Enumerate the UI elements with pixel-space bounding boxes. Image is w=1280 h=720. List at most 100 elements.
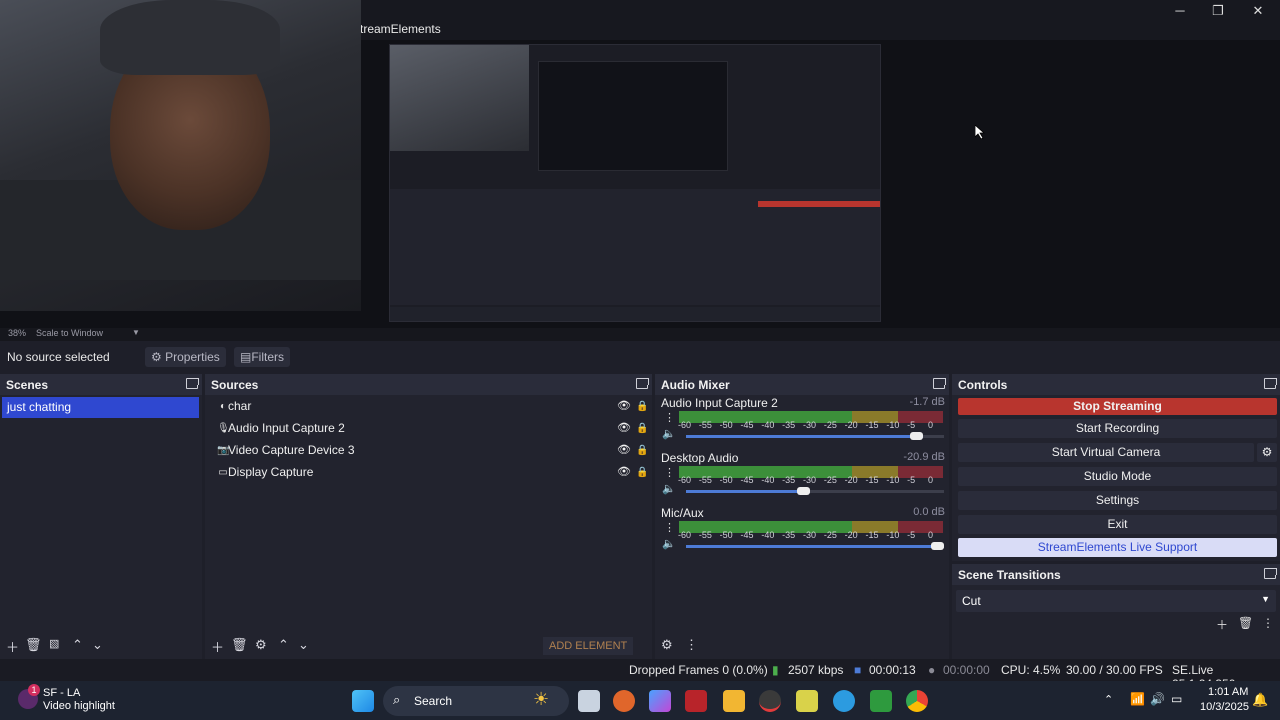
speaker-icon[interactable]: 🔈 (662, 482, 676, 495)
arrow-down-icon[interactable]: ⌄ (92, 637, 103, 653)
meter-tick-label: -15 (865, 530, 879, 540)
undock-icon[interactable] (186, 378, 199, 389)
settings-button[interactable]: Settings (958, 491, 1277, 510)
gear-icon[interactable]: ⚙ (661, 637, 673, 653)
lock-icon[interactable]: 🔒 (636, 462, 648, 483)
source-row[interactable]: 📷 Video Capture Device 3 👁 🔒 (207, 440, 648, 461)
arrow-up-icon[interactable]: ⌃ (278, 637, 289, 653)
volume-slider-handle[interactable] (931, 542, 944, 550)
battery-icon[interactable]: ▭ (1171, 692, 1182, 706)
add-icon[interactable]: ＋ (211, 637, 224, 656)
volume-slider-handle[interactable] (796, 487, 810, 495)
undock-icon[interactable] (636, 378, 649, 389)
trash-icon[interactable]: 🗑 (231, 637, 248, 653)
xbox-icon[interactable] (870, 690, 892, 712)
arrow-down-icon[interactable]: ⌄ (298, 637, 309, 653)
studio-mode-button[interactable]: Studio Mode (958, 467, 1277, 486)
start-virtual-camera-button[interactable]: Start Virtual Camera (958, 443, 1254, 462)
edge-icon[interactable] (833, 690, 855, 712)
kebab-menu-icon[interactable]: ⋮ (664, 466, 675, 479)
live-support-button[interactable]: StreamElements Live Support (958, 538, 1277, 557)
meter-tick-label: -10 (886, 530, 900, 540)
gear-icon[interactable]: ⚙ (255, 637, 267, 653)
volume-slider-handle[interactable] (910, 432, 924, 440)
clock-time[interactable]: 1:01 AM (1208, 686, 1248, 698)
controls-title: Controls (958, 378, 1008, 392)
taskbar-search[interactable]: ⌕ Search ☀ (383, 686, 569, 716)
transition-select[interactable]: Cut ▼ (956, 590, 1276, 612)
kebab-menu-icon[interactable]: ⋮ (1262, 616, 1274, 630)
volume-icon[interactable]: 🔊 (1150, 692, 1165, 706)
nested-preview-capture (389, 44, 881, 322)
obs-icon[interactable] (759, 690, 781, 712)
undock-icon[interactable] (1264, 568, 1277, 579)
kebab-menu-icon[interactable]: ⋮ (664, 521, 675, 534)
scene-item-just-chatting[interactable]: just chatting (2, 397, 199, 418)
exit-button[interactable]: Exit (958, 515, 1277, 534)
speaker-icon[interactable]: 🔈 (662, 537, 676, 550)
maximize-icon[interactable]: ❐ (1203, 2, 1233, 20)
source-label: char (228, 399, 252, 413)
eye-icon[interactable]: 👁 (617, 418, 631, 439)
add-icon[interactable]: ＋ (6, 637, 19, 656)
meter-tick-label: -60 (678, 420, 692, 430)
channel-db: 0.0 dB (913, 506, 945, 518)
chevron-down-icon[interactable]: ▼ (132, 328, 140, 337)
kebab-menu-icon[interactable]: ⋮ (685, 637, 698, 653)
start-recording-button[interactable]: Start Recording (958, 419, 1277, 438)
arrow-up-icon[interactable]: ⌃ (72, 637, 83, 653)
lock-icon[interactable]: 🔒 (636, 418, 648, 439)
meter-tick-label: -55 (698, 475, 712, 485)
eye-icon[interactable]: 👁 (617, 440, 631, 461)
source-label: Display Capture (228, 465, 314, 479)
scale-mode[interactable]: Scale to Window (36, 328, 103, 338)
trash-icon[interactable]: 🗑 (1238, 616, 1253, 630)
meter-tick-label: -50 (719, 530, 733, 540)
meter-tick-label: -50 (719, 475, 733, 485)
add-element-button[interactable]: ADD ELEMENT (543, 637, 634, 655)
mixer-title: Audio Mixer (661, 378, 730, 392)
minimize-icon[interactable]: ─ (1165, 2, 1195, 20)
speaker-icon[interactable]: 🔈 (662, 427, 676, 440)
source-row[interactable]: 🎙 Audio Input Capture 2 👁 🔒 (207, 418, 648, 439)
meter-tick-label: -35 (782, 475, 796, 485)
undock-icon[interactable] (1264, 378, 1277, 389)
lock-icon[interactable]: 🔒 (636, 396, 648, 417)
volume-slider[interactable] (686, 545, 944, 548)
preview-canvas[interactable] (0, 0, 1280, 328)
channel-name: Audio Input Capture 2 (661, 396, 778, 410)
source-row[interactable]: ◐ char 👁 🔒 (207, 396, 648, 417)
file-explorer-icon[interactable] (723, 690, 745, 712)
copilot-icon[interactable] (649, 690, 671, 712)
eye-icon[interactable]: 👁 (617, 396, 631, 417)
add-icon[interactable]: ＋ (1216, 616, 1228, 633)
close-icon[interactable]: ✕ (1243, 2, 1273, 20)
volume-slider[interactable] (686, 490, 944, 493)
source-row[interactable]: ▭ Display Capture 👁 🔒 (207, 462, 648, 483)
volume-slider[interactable] (686, 435, 944, 438)
meter-ticks: -60 -55 -50 -45 -40 -35 -30 -25 -20 -15 -10 -5 0 (678, 420, 950, 431)
kebab-menu-icon[interactable]: ⋮ (664, 411, 675, 424)
trash-icon[interactable]: 🗑 (25, 637, 42, 653)
meter-tick-label: -40 (761, 530, 775, 540)
properties-button[interactable]: ⚙ Properties (145, 347, 226, 367)
meter-tick-label: -30 (803, 530, 817, 540)
notifications-icon[interactable]: 🔔 (1252, 692, 1268, 708)
eye-icon[interactable]: 👁 (617, 462, 631, 483)
lock-icon[interactable]: 🔒 (636, 440, 648, 461)
chrome-icon[interactable] (906, 690, 928, 712)
filters-button[interactable]: ▤Filters (234, 347, 291, 367)
windows-start-icon[interactable] (352, 690, 374, 712)
virtual-camera-settings-button[interactable]: ⚙ (1257, 443, 1277, 462)
clock-date[interactable]: 10/3/2025 (1200, 701, 1249, 713)
scene-transitions-dock: Scene Transitions Cut ▼ ＋ 🗑 ⋮ (952, 564, 1280, 659)
app-icon-orange[interactable] (613, 690, 635, 712)
chevron-up-icon[interactable]: ⌃ (1104, 693, 1113, 706)
undock-icon[interactable] (933, 378, 946, 389)
filter-icon[interactable]: ▧ (49, 637, 59, 650)
task-view-icon[interactable] (578, 690, 600, 712)
stop-streaming-button[interactable]: Stop Streaming (958, 398, 1277, 415)
game-app-icon[interactable] (685, 690, 707, 712)
app-icon-yellow[interactable] (796, 690, 818, 712)
wifi-icon[interactable]: 📶 (1130, 692, 1145, 706)
